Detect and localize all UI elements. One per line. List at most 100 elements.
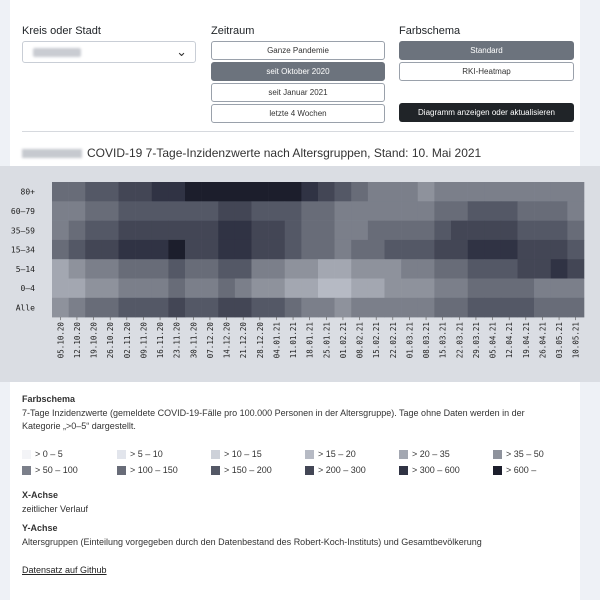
period-last-4-weeks-button[interactable]: letzte 4 Wochen (211, 104, 385, 123)
heatmap-cell (185, 182, 202, 202)
x-tick-label: 18.01.21 (306, 322, 315, 358)
heatmap-cell (68, 297, 86, 318)
x-tick-label: 12.10.20 (73, 322, 82, 359)
x-tick-label: 21.12.20 (239, 322, 248, 359)
heatmap-cell (52, 201, 69, 221)
period-since-january-button[interactable]: seit Januar 2021 (211, 83, 385, 102)
legend-item: > 20 – 35 (399, 449, 450, 460)
heatmap-cell (301, 278, 319, 299)
x-tick-label: 25.01.21 (322, 322, 331, 358)
heatmap-cell (534, 220, 552, 241)
heatmap-cell (451, 182, 468, 202)
legend-label: > 15 – 20 (318, 449, 356, 459)
heatmap-chart: 80+ 60–79 35–59 15–34 5–14 0–4 Alle 05.10.20 12.… (11, 182, 585, 359)
heatmap-cell (534, 297, 552, 318)
legend-label: > 200 – 300 (318, 465, 366, 475)
heatmap-cell (234, 259, 252, 279)
divider (22, 131, 574, 132)
period-whole-pandemic-button[interactable]: Ganze Pandemie (211, 41, 385, 60)
heatmap-cell (218, 278, 236, 299)
region-select[interactable]: ⌄ (22, 41, 196, 63)
heatmap-cell (467, 201, 485, 221)
chart-title: COVID-19 7-Tage-Inzidenzwerte nach Alter… (22, 146, 481, 160)
heatmap-cell (467, 220, 485, 241)
heatmap-cell (68, 220, 86, 241)
x-tick-label: 26.04.21 (538, 322, 547, 358)
xaxis-heading: X-Achse (22, 490, 59, 500)
legend-label: > 20 – 35 (412, 449, 450, 459)
heatmap-cell (268, 239, 286, 260)
heatmap-cell (401, 297, 419, 318)
chart-area: 80+ 60–79 35–59 15–34 5–14 0–4 Alle 05.10.20 12.… (0, 166, 600, 382)
period-since-october-button[interactable]: seit Oktober 2020 (211, 62, 385, 81)
x-tick-label: 11.01.21 (289, 322, 298, 358)
heatmap-cell (52, 239, 69, 260)
heatmap-cell (550, 201, 568, 221)
heatmap-cell (218, 259, 236, 279)
heatmap-cell (434, 239, 452, 260)
heatmap-cell (384, 259, 402, 279)
heatmap-cell (417, 259, 435, 279)
x-tick-label: 01.03.21 (405, 322, 414, 358)
github-dataset-link[interactable]: Datensatz auf Github (22, 565, 107, 575)
scheme-standard-button[interactable]: Standard (399, 41, 574, 60)
heatmap-cell (268, 278, 286, 299)
x-tick-label: 23.11.20 (173, 322, 182, 359)
heatmap-cell (467, 259, 485, 279)
heatmap-cell (384, 201, 402, 221)
row-label: 5–14 (16, 265, 35, 274)
heatmap-cell (135, 239, 153, 260)
heatmap-cell (534, 239, 552, 260)
heatmap-cell (467, 278, 485, 299)
heatmap-cell (434, 259, 452, 279)
heatmap-cell (185, 278, 202, 299)
x-tick-label: 30.11.20 (189, 322, 198, 359)
heatmap-cell (417, 220, 435, 241)
heatmap-cell (484, 259, 502, 279)
heatmap-cell (451, 278, 468, 299)
row-label: 35–59 (11, 226, 35, 235)
heatmap-cell (68, 259, 86, 279)
x-tick-label: 12.04.21 (505, 322, 514, 358)
row-label: Alle (16, 303, 35, 312)
heatmap-cell (251, 220, 269, 241)
scheme-rki-heatmap-button[interactable]: RKI-Heatmap (399, 62, 574, 81)
legend-item: > 5 – 10 (117, 449, 163, 460)
heatmap-cell (367, 297, 385, 318)
heatmap-cell (550, 259, 568, 279)
legend-label: > 35 – 50 (506, 449, 544, 459)
heatmap-cell (301, 297, 319, 318)
heatmap-cell (384, 182, 402, 202)
heatmap-cell (118, 201, 136, 221)
heatmap-cell (201, 182, 219, 202)
heatmap-cell (68, 239, 86, 260)
heatmap-cell (185, 220, 202, 241)
heatmap-cell (85, 239, 103, 260)
heatmap-cell (434, 201, 452, 221)
heatmap-cell (367, 182, 385, 202)
heatmap-cell (567, 201, 585, 221)
heatmap-cell (401, 259, 419, 279)
heatmap-cell (517, 182, 535, 202)
heatmap-cell (101, 239, 119, 260)
heatmap-cell (234, 297, 252, 318)
heatmap-cell (351, 259, 369, 279)
heatmap-cell (201, 278, 219, 299)
legend-label: > 10 – 15 (224, 449, 262, 459)
heatmap-cell (550, 297, 568, 318)
x-tick-label: 29.03.21 (472, 322, 481, 358)
x-tick-label: 05.10.20 (56, 322, 65, 359)
heatmap-cell (401, 182, 419, 202)
heatmap-cell (218, 220, 236, 241)
heatmap-cell (284, 259, 302, 279)
legend-swatch (117, 450, 126, 460)
heatmap-cell (567, 297, 585, 318)
heatmap-cell (517, 201, 535, 221)
heatmap-cell (168, 259, 186, 279)
legend-swatch (305, 466, 314, 476)
heatmap-cell (268, 220, 286, 241)
legend-item: > 300 – 600 (399, 465, 460, 476)
heatmap-cell (351, 182, 369, 202)
update-chart-button[interactable]: Diagramm anzeigen oder aktualisieren (399, 103, 574, 122)
scheme-label: Farbschema (399, 25, 461, 37)
